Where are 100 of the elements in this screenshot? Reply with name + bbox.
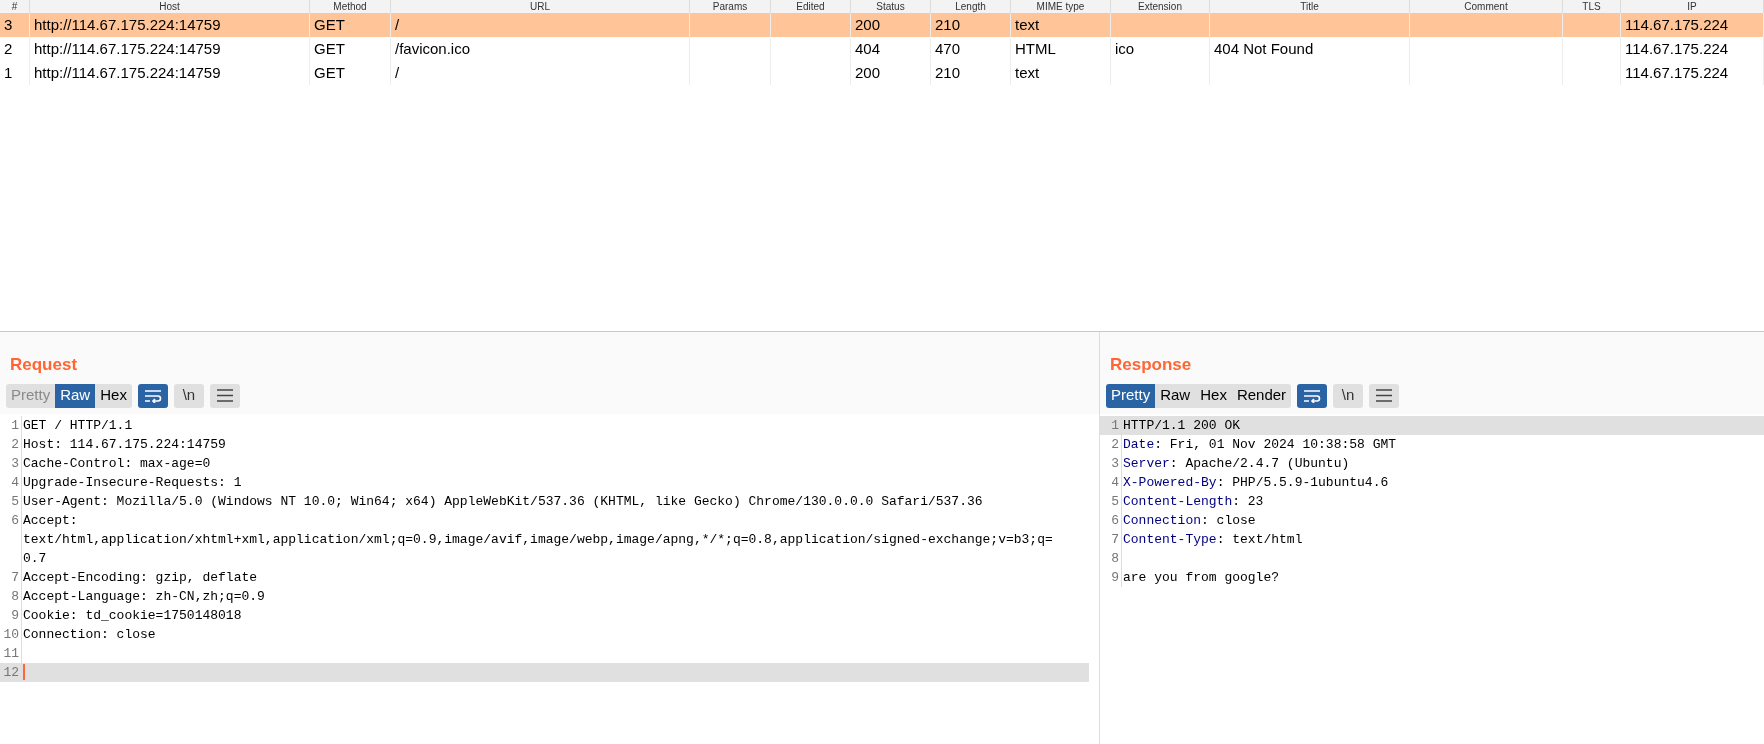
table-cell: 2 <box>4 40 13 57</box>
column-header[interactable]: Length <box>955 1 986 12</box>
column-header[interactable]: Method <box>333 1 367 12</box>
line-number: 1 <box>11 417 19 433</box>
table-cell: 1 <box>4 64 13 81</box>
line-number: 5 <box>1111 493 1119 509</box>
code-line: are you from google? <box>1123 568 1280 587</box>
code-line: User-Agent: Mozilla/5.0 (Windows NT 10.0; Win64; x64) AppleWebKit/537.36 (KHTML, like Gecko) Chrome/130.0.0.0 Safari/537.36 <box>23 492 983 511</box>
view-tab[interactable]: Raw <box>1155 383 1196 408</box>
column-header[interactable]: Status <box>876 1 905 12</box>
column-header[interactable]: Edited <box>796 1 825 12</box>
view-tab[interactable]: Render <box>1231 383 1292 408</box>
code-line: HTTP/1.1 200 OK <box>1123 416 1241 435</box>
code-line: 0.7 <box>23 550 47 566</box>
menu-icon <box>216 389 233 402</box>
code-line: Date: Fri, 01 Nov 2024 10:38:58 GMT <box>1123 435 1397 454</box>
view-tab[interactable]: Hex <box>1195 383 1232 408</box>
table-cell: text <box>1015 16 1040 33</box>
table-cell: 404 Not Found <box>1214 40 1314 57</box>
code-line: Accept-Language: zh-CN,zh;q=0.9 <box>23 587 265 606</box>
table-cell: http://114.67.175.224:14759 <box>34 40 221 57</box>
line-number: 9 <box>1111 569 1119 585</box>
line-number: 6 <box>11 512 19 528</box>
table-cell: 114.67.175.224 <box>1625 40 1729 57</box>
column-header[interactable]: URL <box>530 1 550 12</box>
column-header[interactable]: Params <box>712 1 748 12</box>
table-cell: 210 <box>935 16 961 33</box>
code-line: Cookie: td_cookie=1750148018 <box>23 606 242 625</box>
table-cell: / <box>395 16 400 33</box>
code-line: Content-Length: 23 <box>1123 492 1264 511</box>
menu-button[interactable] <box>1369 383 1400 408</box>
table-row[interactable]: 3 http://114.67.175.224:14759 GET / 200 210 text 114.67.175.224 <box>0 13 1764 37</box>
view-tab[interactable]: Raw <box>55 383 96 408</box>
column-header[interactable]: Comment <box>1464 1 1508 12</box>
table-cell: 404 <box>855 40 881 57</box>
table-cell: text <box>1015 64 1040 81</box>
column-header[interactable]: Title <box>1300 1 1319 12</box>
newline-toggle[interactable]: \n <box>173 383 204 408</box>
panel-title: Request <box>10 355 78 374</box>
table-cell: / <box>395 64 400 81</box>
line-number: 1 <box>1111 417 1119 433</box>
line-number: 8 <box>11 588 19 604</box>
code-line: Server: Apache/2.4.7 (Ubuntu) <box>1123 454 1350 473</box>
code-line: text/html,application/xhtml+xml,application/xml;q=0.9,image/avif,image/webp,image/apng,*/*;q=0.8,application/signed-exchange;v=b3;q= <box>23 531 1053 547</box>
line-number: 9 <box>11 607 19 623</box>
line-number: 4 <box>11 474 19 490</box>
menu-button[interactable] <box>209 383 240 408</box>
table-cell: ico <box>1115 40 1135 57</box>
table-cell: http://114.67.175.224:14759 <box>34 16 221 33</box>
table-cell: GET <box>314 16 345 33</box>
newline-toggle[interactable]: \n <box>1333 383 1364 408</box>
line-number: 6 <box>1111 512 1119 528</box>
table-cell: GET <box>314 40 345 57</box>
line-number: 11 <box>3 645 19 661</box>
code-line: GET / HTTP/1.1 <box>23 416 133 435</box>
line-number: 8 <box>1111 550 1119 566</box>
column-header[interactable]: IP <box>1687 1 1697 12</box>
wrap-toggle[interactable] <box>1297 383 1328 408</box>
table-cell: GET <box>314 64 345 81</box>
view-tab[interactable]: Pretty <box>1106 383 1156 408</box>
column-header[interactable]: Host <box>159 1 180 12</box>
table-cell: 114.67.175.224 <box>1625 16 1729 33</box>
line-number: 2 <box>1111 436 1119 452</box>
line-number: 10 <box>3 626 19 642</box>
column-header[interactable]: # <box>11 1 18 12</box>
column-header[interactable]: Extension <box>1138 1 1182 12</box>
table-cell: 200 <box>855 16 881 33</box>
code-line: Cache-Control: max-age=0 <box>23 454 211 473</box>
table-cell: 210 <box>935 64 961 81</box>
code-line: Connection: close <box>23 625 156 644</box>
table-cell: /favicon.ico <box>395 40 471 57</box>
line-number: 7 <box>11 569 19 585</box>
panel-title: Response <box>1110 355 1192 374</box>
wrap-toggle[interactable] <box>137 383 168 408</box>
code-line: Accept: <box>23 511 78 530</box>
wrap-icon <box>1303 388 1322 403</box>
code-line: Host: 114.67.175.224:14759 <box>23 435 226 454</box>
column-header[interactable]: MIME type <box>1036 1 1085 12</box>
wrap-icon <box>143 388 162 403</box>
line-number: 12 <box>3 664 19 680</box>
table-cell: 114.67.175.224 <box>1625 64 1729 81</box>
text-caret <box>23 664 25 680</box>
table-cell: HTML <box>1015 40 1056 57</box>
table-cell: 470 <box>935 40 961 57</box>
column-header[interactable]: TLS <box>1582 1 1601 12</box>
table-cell: 200 <box>855 64 881 81</box>
view-tab[interactable]: Hex <box>95 383 132 408</box>
code-line: Upgrade-Insecure-Requests: 1 <box>23 473 242 492</box>
code-line: Accept-Encoding: gzip, deflate <box>23 568 258 587</box>
code-line: Connection: close <box>1123 511 1256 530</box>
menu-icon <box>1376 389 1393 402</box>
code-line: Content-Type: text/html <box>1123 530 1303 549</box>
line-number: 5 <box>11 493 19 509</box>
table-cell: http://114.67.175.224:14759 <box>34 64 221 81</box>
line-number: 4 <box>1111 474 1119 490</box>
line-number: 3 <box>11 455 19 471</box>
line-number: 2 <box>11 436 19 452</box>
line-number: 3 <box>1111 455 1119 471</box>
line-number: 7 <box>1111 531 1119 547</box>
code-line: X-Powered-By: PHP/5.5.9-1ubuntu4.6 <box>1123 473 1389 492</box>
